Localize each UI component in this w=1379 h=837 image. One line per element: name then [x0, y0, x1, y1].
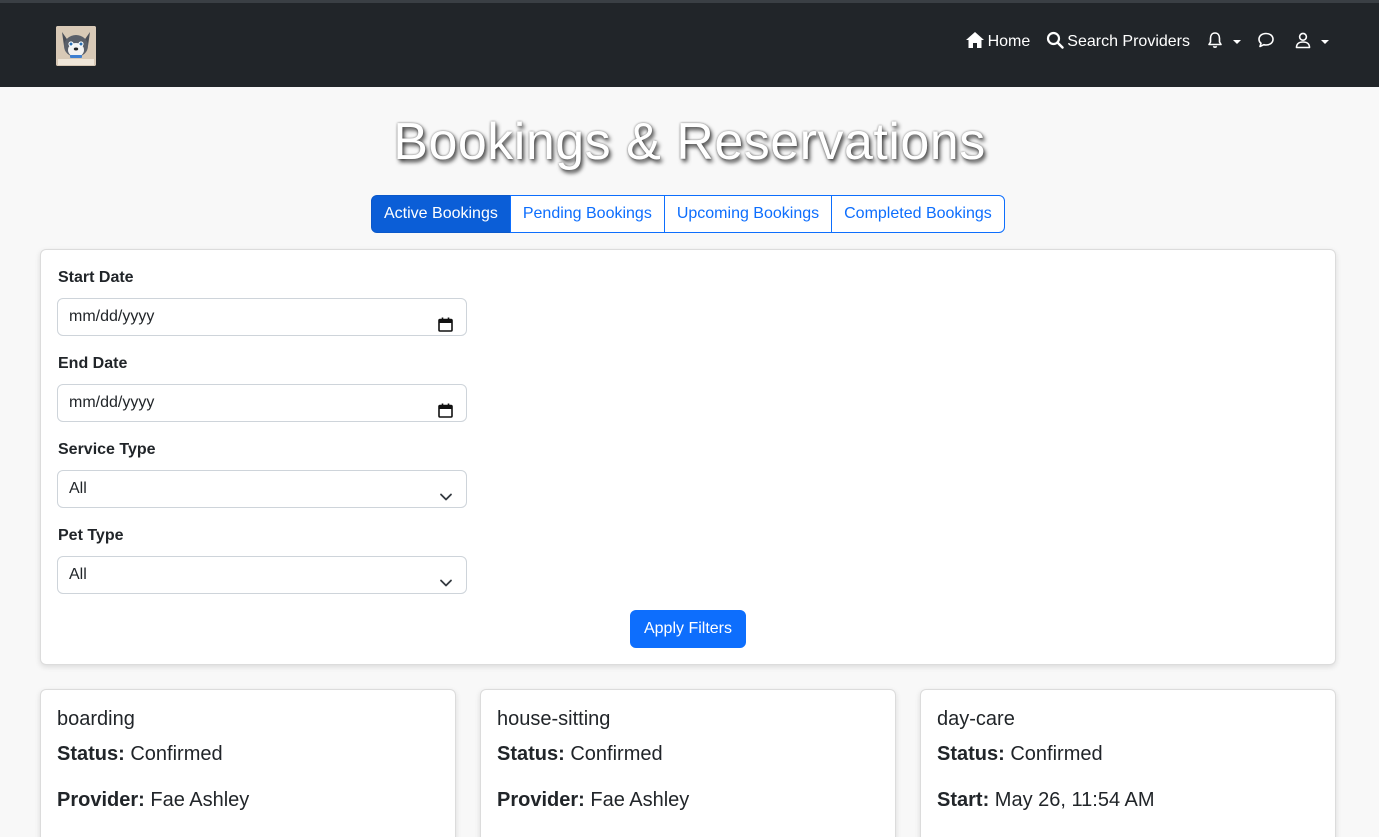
end-date-label: End Date: [58, 355, 128, 372]
start-date-input[interactable]: mm/dd/yyyy: [57, 298, 467, 336]
status-label: Status:: [57, 743, 131, 765]
nav-links: Home Search Providers: [949, 28, 1329, 56]
calendar-icon[interactable]: [438, 310, 453, 346]
booking-provider: Provider: Fae Ashley: [57, 789, 249, 812]
booking-tabs: Active Bookings Pending Bookings Upcomin…: [371, 195, 1005, 233]
booking-status: Status: Confirmed: [57, 743, 223, 766]
chat-icon: [1257, 31, 1278, 54]
filter-panel: Start Date mm/dd/yyyy End Date mm/dd/yyy…: [40, 249, 1336, 665]
booking-status: Status: Confirmed: [497, 743, 663, 766]
status-value: Confirmed: [570, 743, 663, 765]
service-type-label: Service Type: [58, 441, 156, 458]
status-value: Confirmed: [1010, 743, 1103, 765]
pet-type-value: All: [69, 566, 87, 583]
tab-upcoming-bookings[interactable]: Upcoming Bookings: [663, 195, 833, 233]
provider-value: Fae Ashley: [150, 789, 250, 811]
chevron-down-icon: [439, 568, 453, 604]
provider-value: Fae Ashley: [590, 789, 690, 811]
service-type-value: All: [69, 480, 87, 497]
provider-label: Provider:: [497, 789, 591, 811]
pet-type-select[interactable]: All: [57, 556, 467, 594]
end-date-placeholder: mm/dd/yyyy: [69, 394, 155, 411]
start-label: Start:: [937, 789, 995, 811]
bell-icon: [1206, 31, 1227, 54]
status-label: Status:: [497, 743, 571, 765]
booking-card[interactable]: day-care Status: Confirmed Start: May 26…: [920, 689, 1336, 837]
notifications-dropdown[interactable]: [1206, 31, 1241, 54]
home-icon: [965, 31, 988, 54]
booking-card[interactable]: house-sitting Status: Confirmed Provider…: [480, 689, 896, 837]
search-providers-label: Search Providers: [1067, 33, 1190, 50]
home-label: Home: [987, 33, 1031, 50]
home-link[interactable]: Home: [965, 31, 1031, 54]
chevron-down-icon: [439, 482, 453, 518]
booking-service-type: boarding: [57, 708, 135, 730]
navbar: Home Search Providers: [0, 0, 1379, 87]
chevron-down-icon: [1233, 40, 1241, 44]
tab-pending-bookings[interactable]: Pending Bookings: [509, 195, 665, 233]
messages-link[interactable]: [1257, 31, 1278, 54]
site-logo[interactable]: [56, 26, 96, 66]
tab-active-bookings[interactable]: Active Bookings: [371, 195, 511, 233]
booking-service-type: day-care: [937, 708, 1015, 730]
apply-filters-button[interactable]: Apply Filters: [630, 610, 746, 648]
calendar-icon[interactable]: [438, 396, 453, 432]
tab-completed-bookings[interactable]: Completed Bookings: [831, 195, 1005, 233]
user-icon: [1294, 31, 1315, 54]
start-date-label: Start Date: [58, 269, 134, 286]
provider-label: Provider:: [57, 789, 151, 811]
status-value: Confirmed: [130, 743, 223, 765]
booking-status: Status: Confirmed: [937, 743, 1103, 766]
start-value: May 26, 11:54 AM: [994, 789, 1155, 811]
pet-type-label: Pet Type: [58, 527, 124, 544]
status-label: Status:: [937, 743, 1011, 765]
booking-start: Start: May 26, 11:54 AM: [937, 789, 1155, 812]
chevron-down-icon: [1321, 40, 1329, 44]
user-menu-dropdown[interactable]: [1294, 31, 1329, 54]
booking-provider: Provider: Fae Ashley: [497, 789, 689, 812]
booking-service-type: house-sitting: [497, 708, 611, 730]
booking-card[interactable]: boarding Status: Confirmed Provider: Fae…: [40, 689, 456, 837]
start-date-placeholder: mm/dd/yyyy: [69, 308, 155, 325]
search-providers-link[interactable]: Search Providers: [1046, 31, 1190, 54]
page-title: Bookings & Reservations: [393, 113, 986, 171]
search-icon: [1046, 31, 1067, 54]
end-date-input[interactable]: mm/dd/yyyy: [57, 384, 467, 422]
service-type-select[interactable]: All: [57, 470, 467, 508]
